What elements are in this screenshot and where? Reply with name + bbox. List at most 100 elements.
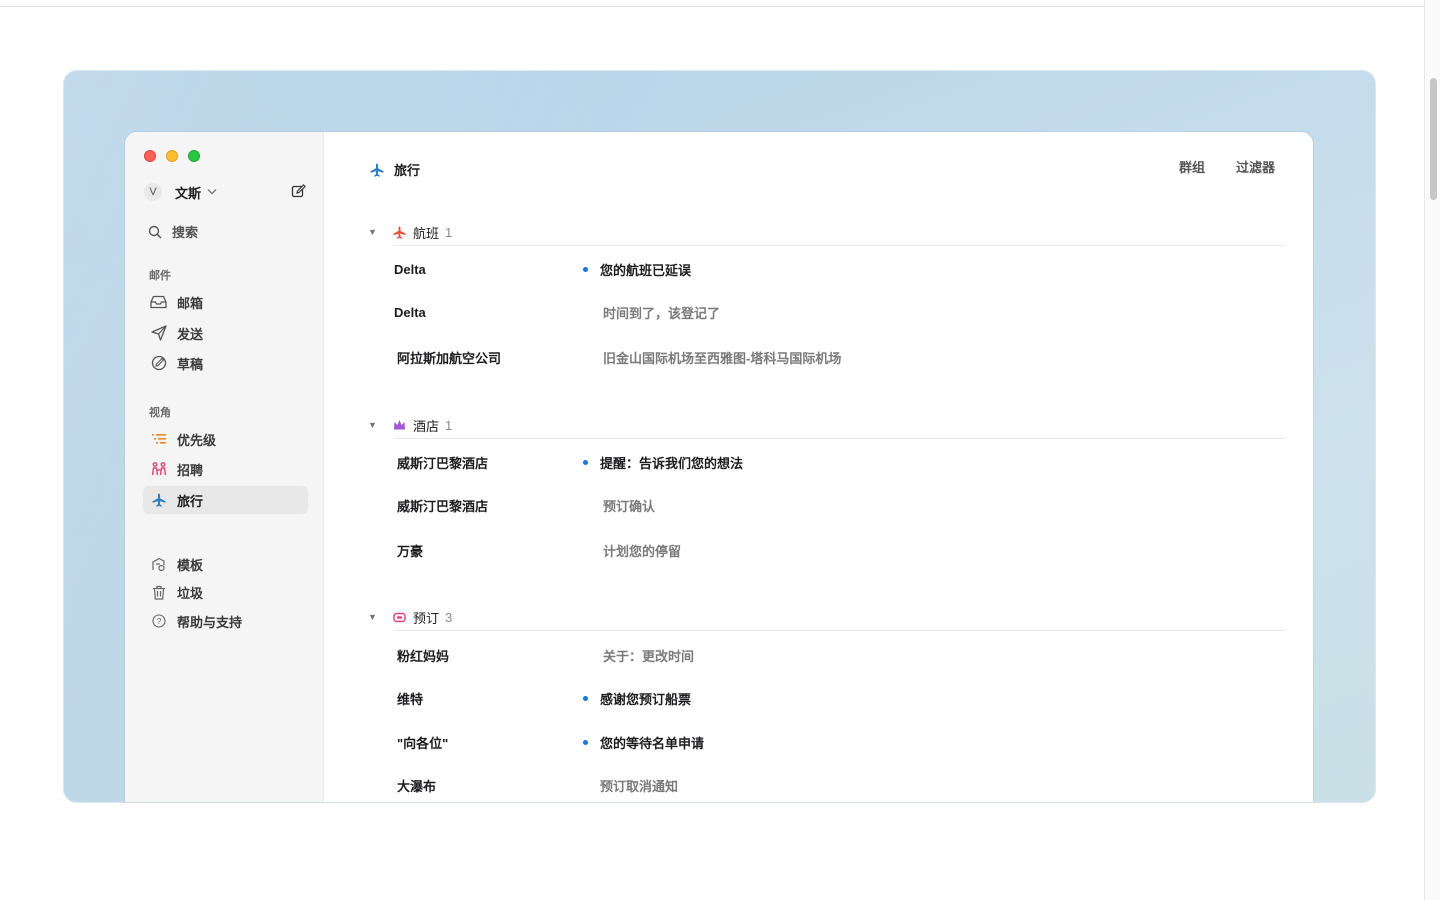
- subject: 预订确认: [603, 498, 656, 514]
- list-item[interactable]: Delta 您的航班已延误: [394, 258, 1285, 280]
- send-icon: [150, 325, 167, 342]
- ticket-icon: [392, 610, 407, 625]
- sender: 维特: [397, 691, 424, 707]
- group-header-hotels[interactable]: ▼ 酒店 1: [368, 413, 1285, 439]
- sender: "向各位": [397, 735, 449, 751]
- list-item[interactable]: 威斯汀巴黎酒店 提醒：告诉我们您的想法: [394, 451, 1285, 473]
- unread-dot: [583, 740, 588, 745]
- sidebar-item-label: 帮助与支持: [177, 614, 243, 630]
- view-header: 旅行: [368, 160, 420, 179]
- main-panel: 旅行 群组 过滤器 ▼ 航班 1 Delta 您的航班已延误 Delta 时间到…: [324, 132, 1313, 802]
- airplane-icon: [368, 161, 385, 178]
- subject: 预订取消通知: [600, 778, 679, 794]
- sender: 粉红妈妈: [397, 648, 450, 664]
- sender: Delta: [394, 261, 426, 277]
- sidebar-item-priority[interactable]: 优先级: [143, 425, 308, 453]
- list-item[interactable]: 大瀑布 预订取消通知: [394, 774, 1285, 796]
- list-item[interactable]: 阿拉斯加航空公司 旧金山国际机场至西雅图-塔科马国际机场: [394, 346, 1285, 368]
- group-name: 预订: [413, 610, 440, 626]
- sidebar-item-drafts[interactable]: 草稿: [143, 349, 308, 377]
- group-button[interactable]: 群组: [1179, 157, 1205, 176]
- views-section-title: 视角: [149, 407, 171, 419]
- unread-dot: [583, 460, 588, 465]
- filter-button[interactable]: 过滤器: [1236, 157, 1275, 176]
- group-header-bookings[interactable]: ▼ 预订 3: [368, 605, 1285, 631]
- list-item[interactable]: 粉红妈妈 关于：更改时间: [394, 644, 1285, 666]
- sidebar-item-label: 邮箱: [177, 295, 204, 311]
- page-scrollbar[interactable]: [1424, 0, 1440, 900]
- list-item[interactable]: 威斯汀巴黎酒店 预订确认: [394, 494, 1285, 516]
- subject: 提醒：告诉我们您的想法: [600, 455, 744, 471]
- window-minimize-button[interactable]: [166, 150, 178, 162]
- group-count: 1: [445, 224, 453, 240]
- airplane-icon: [150, 492, 167, 509]
- list-item[interactable]: 维特 感谢您预订船票: [394, 687, 1285, 709]
- crown-icon: [392, 418, 407, 433]
- sender: 威斯汀巴黎酒店: [397, 455, 489, 471]
- group-name: 航班: [413, 225, 440, 241]
- unread-dot: [583, 267, 588, 272]
- help-icon: ?: [150, 613, 167, 630]
- search-button[interactable]: 搜索: [146, 222, 198, 241]
- sidebar-item-label: 发送: [177, 326, 204, 342]
- subject: 您的等待名单申请: [600, 735, 705, 751]
- page-top-rule: [0, 0, 1424, 7]
- subject: 时间到了，该登记了: [603, 305, 721, 321]
- unread-dot: [583, 696, 588, 701]
- sidebar: V 文斯 搜索 邮件 邮箱 发送 草稿 视角 优先级 招聘 旅行 模板 垃圾 ?…: [125, 132, 324, 802]
- account-switcher[interactable]: V 文斯: [144, 182, 217, 202]
- search-icon: [146, 223, 163, 240]
- list-item[interactable]: Delta 时间到了，该登记了: [394, 301, 1285, 323]
- sender: 阿拉斯加航空公司: [397, 350, 502, 366]
- group-divider: [394, 630, 1285, 631]
- group-header-flights[interactable]: ▼ 航班 1: [368, 220, 1285, 246]
- sidebar-item-recruiting[interactable]: 招聘: [143, 455, 308, 483]
- sidebar-item-label: 模板: [177, 557, 204, 573]
- people-icon: [150, 461, 167, 478]
- airplane-icon: [392, 225, 407, 240]
- chevron-down-icon: [207, 187, 217, 198]
- sidebar-item-label: 草稿: [177, 356, 204, 372]
- draft-icon: [150, 355, 167, 372]
- subject: 感谢您预订船票: [600, 691, 692, 707]
- group-divider: [394, 438, 1285, 439]
- inbox-icon: [150, 294, 167, 311]
- sidebar-item-sent[interactable]: 发送: [143, 319, 308, 347]
- sidebar-item-help[interactable]: ? 帮助与支持: [143, 607, 308, 635]
- sidebar-item-travel[interactable]: 旅行: [143, 486, 308, 514]
- account-name: 文斯: [175, 185, 202, 201]
- search-label: 搜索: [172, 225, 199, 240]
- window-zoom-button[interactable]: [188, 150, 200, 162]
- group-count: 3: [445, 609, 453, 625]
- list-item[interactable]: 万豪 计划您的停留: [394, 539, 1285, 561]
- sidebar-item-label: 垃圾: [177, 585, 204, 601]
- trash-icon: [150, 584, 167, 601]
- sidebar-item-label: 招聘: [177, 462, 204, 478]
- group-divider: [394, 245, 1285, 246]
- page-title: 旅行: [394, 163, 421, 178]
- sender: 万豪: [397, 543, 424, 559]
- sender: Delta: [394, 304, 426, 320]
- app-window: V 文斯 搜索 邮件 邮箱 发送 草稿 视角 优先级 招聘 旅行 模板 垃圾 ?…: [125, 132, 1313, 802]
- subject: 计划您的停留: [603, 543, 682, 559]
- sidebar-item-label: 旅行: [177, 493, 204, 509]
- collapse-caret-icon[interactable]: ▼: [368, 420, 380, 430]
- collapse-caret-icon[interactable]: ▼: [368, 227, 380, 237]
- subject: 您的航班已延误: [600, 262, 692, 278]
- compose-icon[interactable]: [291, 184, 306, 199]
- sender: 威斯汀巴黎酒店: [397, 498, 489, 514]
- window-close-button[interactable]: [144, 150, 156, 162]
- sidebar-item-templates[interactable]: 模板: [143, 550, 308, 578]
- sidebar-item-trash[interactable]: 垃圾: [143, 578, 308, 606]
- group-count: 1: [445, 417, 453, 433]
- list-item[interactable]: "向各位" 您的等待名单申请: [394, 731, 1285, 753]
- sender: 大瀑布: [397, 778, 437, 794]
- sidebar-item-label: 优先级: [177, 432, 217, 448]
- sidebar-item-inbox[interactable]: 邮箱: [143, 288, 308, 316]
- page-scrollbar-thumb[interactable]: [1430, 78, 1437, 200]
- collapse-caret-icon[interactable]: ▼: [368, 612, 380, 622]
- template-icon: [150, 556, 167, 573]
- subject: 旧金山国际机场至西雅图-塔科马国际机场: [603, 350, 842, 366]
- group-name: 酒店: [413, 418, 440, 434]
- subject: 关于：更改时间: [603, 648, 695, 664]
